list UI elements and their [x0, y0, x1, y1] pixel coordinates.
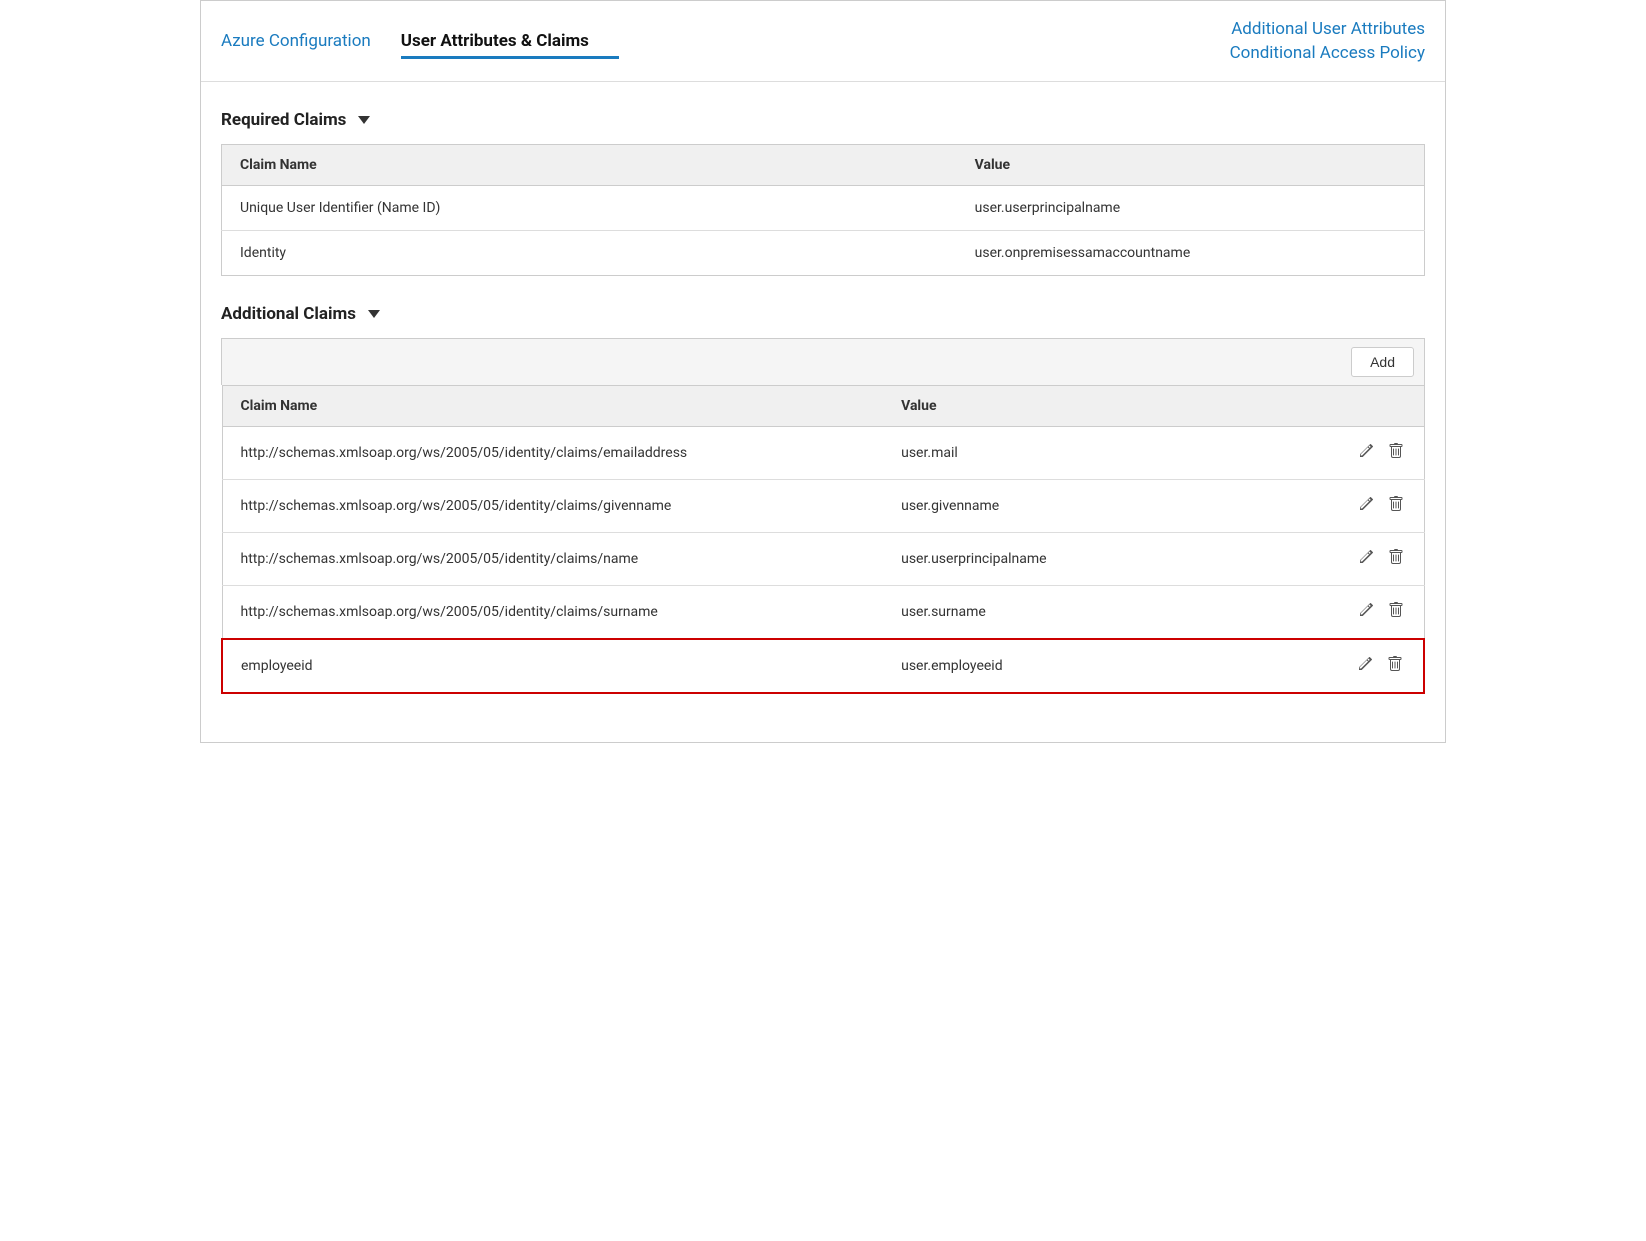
claim-name-cell: http://schemas.xmlsoap.org/ws/2005/05/id… [222, 533, 883, 586]
trash-icon [1388, 443, 1404, 459]
claim-name-cell: http://schemas.xmlsoap.org/ws/2005/05/id… [222, 586, 883, 640]
trash-icon [1388, 496, 1404, 512]
claim-actions-cell [1304, 586, 1424, 640]
table-row: http://schemas.xmlsoap.org/ws/2005/05/id… [222, 533, 1424, 586]
pencil-icon [1357, 656, 1373, 672]
additional-claims-table: Claim Name Value http://schemas.xmlsoap.… [221, 385, 1425, 694]
table-row: http://schemas.xmlsoap.org/ws/2005/05/id… [222, 427, 1424, 480]
required-claims-header-row: Claim Name Value [222, 145, 1425, 186]
claim-name-cell: employeeid [222, 639, 883, 693]
table-row: http://schemas.xmlsoap.org/ws/2005/05/id… [222, 480, 1424, 533]
delete-button[interactable] [1386, 494, 1406, 518]
table-row: Identity user.onpremisessamaccountname [222, 231, 1425, 276]
edit-button[interactable] [1356, 547, 1376, 571]
claim-value-cell: user.surname [883, 586, 1304, 640]
required-claims-table: Claim Name Value Unique User Identifier … [221, 144, 1425, 276]
claim-actions-cell [1304, 639, 1424, 693]
claim-value-cell: user.onpremisessamaccountname [957, 231, 1425, 276]
additional-claims-header-row: Claim Name Value [222, 386, 1424, 427]
nav-conditional-access-policy[interactable]: Conditional Access Policy [1230, 41, 1425, 65]
claim-value-cell: user.mail [883, 427, 1304, 480]
claim-value-cell: user.employeeid [883, 639, 1304, 693]
pencil-icon [1358, 549, 1374, 565]
claim-value-cell: user.userprincipalname [883, 533, 1304, 586]
nav-additional-user-attributes[interactable]: Additional User Attributes [1231, 17, 1425, 41]
pencil-icon [1358, 496, 1374, 512]
edit-button[interactable] [1355, 654, 1375, 678]
delete-button[interactable] [1386, 600, 1406, 624]
trash-icon [1388, 549, 1404, 565]
required-claims-section-header: Required Claims [221, 110, 1425, 130]
additional-claims-section-header: Additional Claims [221, 304, 1425, 324]
add-button[interactable]: Add [1351, 347, 1414, 377]
table-row: employeeid user.employeeid [222, 639, 1424, 693]
claim-actions-cell [1304, 427, 1424, 480]
claim-name-cell: Identity [222, 231, 957, 276]
additional-claims-chevron-icon[interactable] [368, 310, 380, 318]
table-row: http://schemas.xmlsoap.org/ws/2005/05/id… [222, 586, 1424, 640]
edit-button[interactable] [1356, 441, 1376, 465]
pencil-icon [1358, 443, 1374, 459]
required-claims-label: Required Claims [221, 110, 346, 130]
nav-header: Azure Configuration User Attributes & Cl… [201, 1, 1445, 82]
edit-button[interactable] [1356, 494, 1376, 518]
additional-claims-col-name: Claim Name [222, 386, 883, 427]
required-claims-col-value: Value [957, 145, 1425, 186]
required-claims-chevron-icon[interactable] [358, 116, 370, 124]
nav-user-attributes-claims[interactable]: User Attributes & Claims [401, 23, 619, 59]
main-content: Required Claims Claim Name Value Unique … [201, 82, 1445, 742]
pencil-icon [1358, 602, 1374, 618]
claim-actions-cell [1304, 480, 1424, 533]
delete-button[interactable] [1385, 654, 1405, 678]
delete-button[interactable] [1386, 547, 1406, 571]
add-toolbar: Add [221, 338, 1425, 385]
nav-right-group: Additional User Attributes Conditional A… [1230, 17, 1425, 65]
claim-name-cell: http://schemas.xmlsoap.org/ws/2005/05/id… [222, 427, 883, 480]
additional-claims-col-actions [1304, 386, 1424, 427]
claim-value-cell: user.userprincipalname [957, 186, 1425, 231]
delete-button[interactable] [1386, 441, 1406, 465]
claim-value-cell: user.givenname [883, 480, 1304, 533]
additional-claims-label: Additional Claims [221, 304, 356, 324]
additional-claims-col-value: Value [883, 386, 1304, 427]
claim-name-cell: Unique User Identifier (Name ID) [222, 186, 957, 231]
required-claims-col-name: Claim Name [222, 145, 957, 186]
claim-actions-cell [1304, 533, 1424, 586]
table-row: Unique User Identifier (Name ID) user.us… [222, 186, 1425, 231]
edit-button[interactable] [1356, 600, 1376, 624]
trash-icon [1388, 602, 1404, 618]
nav-azure-config[interactable]: Azure Configuration [221, 23, 401, 59]
claim-name-cell: http://schemas.xmlsoap.org/ws/2005/05/id… [222, 480, 883, 533]
trash-icon [1387, 656, 1403, 672]
